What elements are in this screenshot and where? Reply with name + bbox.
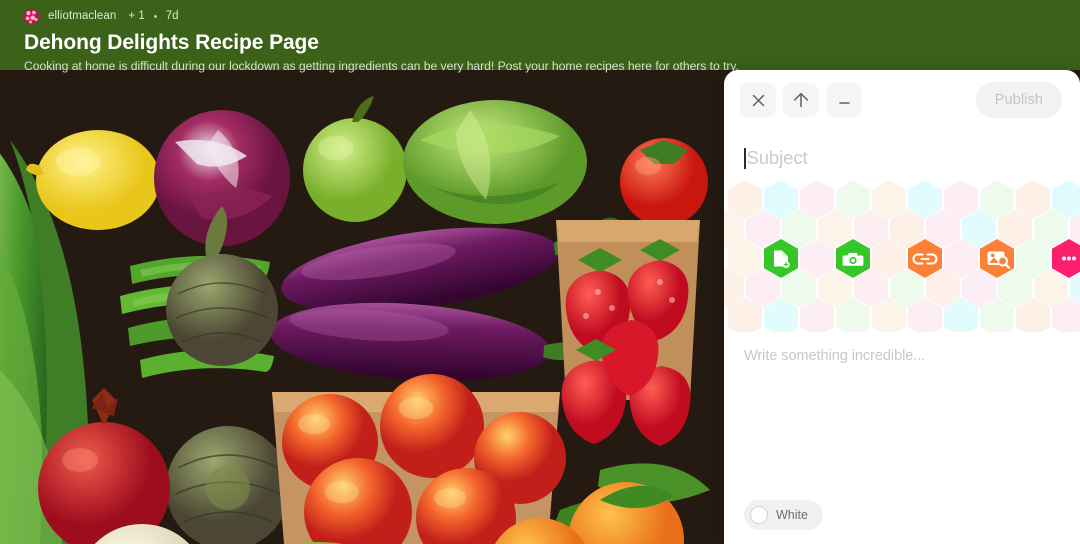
composer-toolbar: Publish: [724, 70, 1080, 130]
app-root: elliotmaclean + 1 7d Dehong Delights Rec…: [0, 0, 1080, 544]
text-caret: [744, 147, 746, 169]
post-meta-row: elliotmaclean + 1 7d: [24, 7, 1056, 25]
contributor-count: + 1: [128, 10, 145, 22]
page-title: Dehong Delights Recipe Page: [24, 31, 319, 54]
hex-action-grid[interactable]: [724, 180, 1080, 332]
arrow-up-left-icon: [794, 93, 808, 107]
body-input[interactable]: Write something incredible...: [724, 332, 1080, 364]
minimize-icon: [838, 94, 851, 107]
color-selector[interactable]: White: [744, 500, 823, 530]
post-timestamp: 7d: [165, 10, 179, 22]
close-icon: [752, 94, 765, 107]
composer-panel: Publish Subject Write something incredib…: [724, 70, 1080, 544]
close-button[interactable]: [740, 83, 776, 117]
color-selector-label: White: [776, 508, 808, 522]
subject-input[interactable]: Subject: [724, 130, 1080, 174]
minimize-button[interactable]: [826, 83, 862, 117]
color-swatch-icon: [750, 506, 768, 524]
page-header: elliotmaclean + 1 7d Dehong Delights Rec…: [0, 0, 1080, 73]
composer-footer: White: [724, 500, 1080, 544]
expand-button[interactable]: [783, 83, 819, 117]
subject-placeholder: Subject: [746, 147, 808, 168]
publish-button[interactable]: Publish: [975, 82, 1062, 118]
more-icon: [1062, 256, 1076, 261]
user-avatar-icon[interactable]: [24, 8, 39, 24]
meta-separator-dot: [153, 14, 157, 18]
author-username[interactable]: elliotmaclean: [48, 10, 116, 22]
